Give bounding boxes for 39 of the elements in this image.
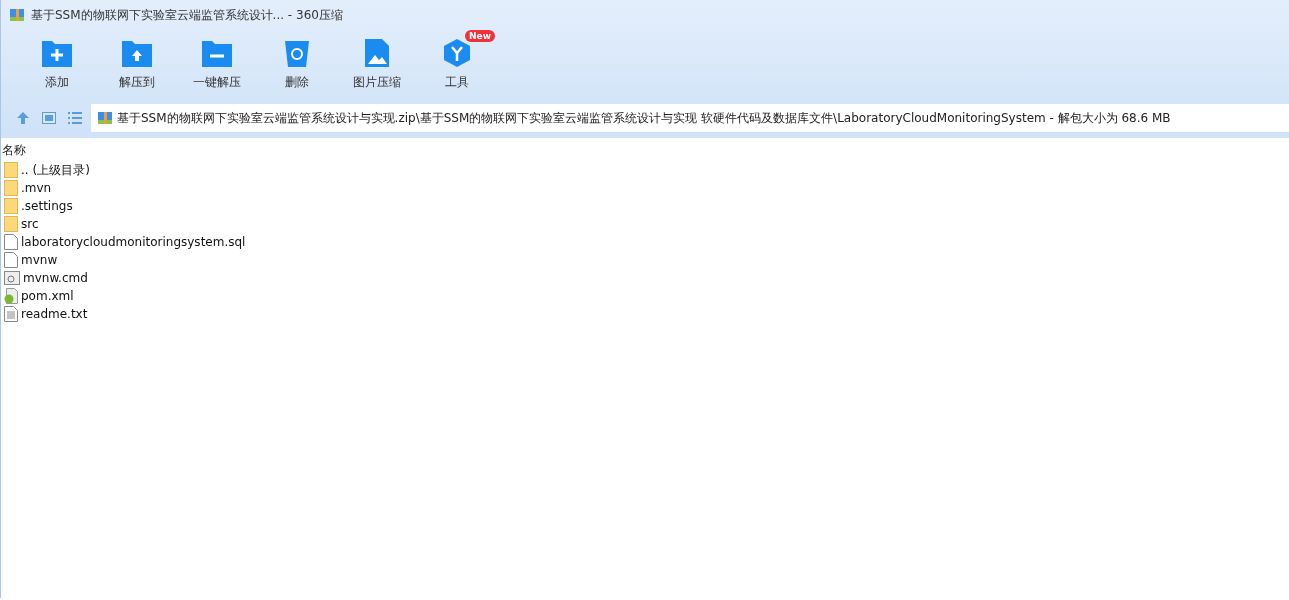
recycle-bin-icon (284, 38, 310, 68)
folder-icon (4, 162, 18, 178)
up-arrow-icon[interactable] (16, 111, 30, 125)
file-icon (4, 252, 18, 268)
hexagon-tool-icon (442, 38, 472, 68)
text-file-icon (4, 306, 18, 322)
file-name[interactable]: .settings (21, 199, 73, 213)
folder-minus-icon (201, 38, 233, 68)
toolbar-button[interactable]: 解压到 (97, 30, 177, 100)
toolbar-button[interactable]: 工具 New (417, 30, 497, 100)
gear-file-icon (4, 271, 20, 285)
archive-icon (97, 110, 113, 126)
file-name[interactable]: mvnw.cmd (23, 271, 88, 285)
toolbar-button[interactable]: 删除 (257, 30, 337, 100)
toolbar-button[interactable]: 添加 (17, 30, 97, 100)
address-field[interactable]: 基于SSM的物联网下实验室云端监管系统设计与实现.zip\基于SSM的物联网下实验室云端监管系统设计与实现 软硬件代码及数据库文件\LaboratoryCloudMonitoringSystem - 解包大小为 68.6 MB (91, 104, 1289, 132)
folder-plus-icon (41, 38, 73, 68)
archive-icon (9, 7, 25, 23)
thumbnail-view-icon[interactable] (42, 112, 56, 124)
file-name[interactable]: .mvn (21, 181, 52, 195)
file-name[interactable]: .. (上级目录) (21, 161, 90, 179)
xml-file-icon (4, 288, 18, 304)
file-icon (4, 234, 18, 250)
new-badge: New (465, 30, 495, 42)
folder-icon (4, 198, 18, 214)
window-title: 基于SSM的物联网下实验室云端监管系统设计... - 360压缩 (31, 6, 343, 24)
file-name[interactable]: laboratorycloudmonitoringsystem.sql (21, 235, 246, 249)
toolbar-button[interactable]: 图片压缩 (337, 30, 417, 100)
file-name[interactable]: readme.txt (21, 307, 88, 321)
toolbar-button[interactable]: 一键解压 (177, 30, 257, 100)
folder-icon (4, 216, 18, 232)
image-file-icon (364, 38, 390, 68)
folder-upload-icon (121, 38, 153, 68)
list-view-icon[interactable] (68, 112, 82, 124)
file-name[interactable]: src (21, 217, 39, 231)
column-header[interactable]: 名称 (1, 138, 26, 161)
file-name[interactable]: pom.xml (21, 289, 74, 303)
folder-icon (4, 180, 18, 196)
file-name[interactable]: mvnw (21, 253, 58, 267)
